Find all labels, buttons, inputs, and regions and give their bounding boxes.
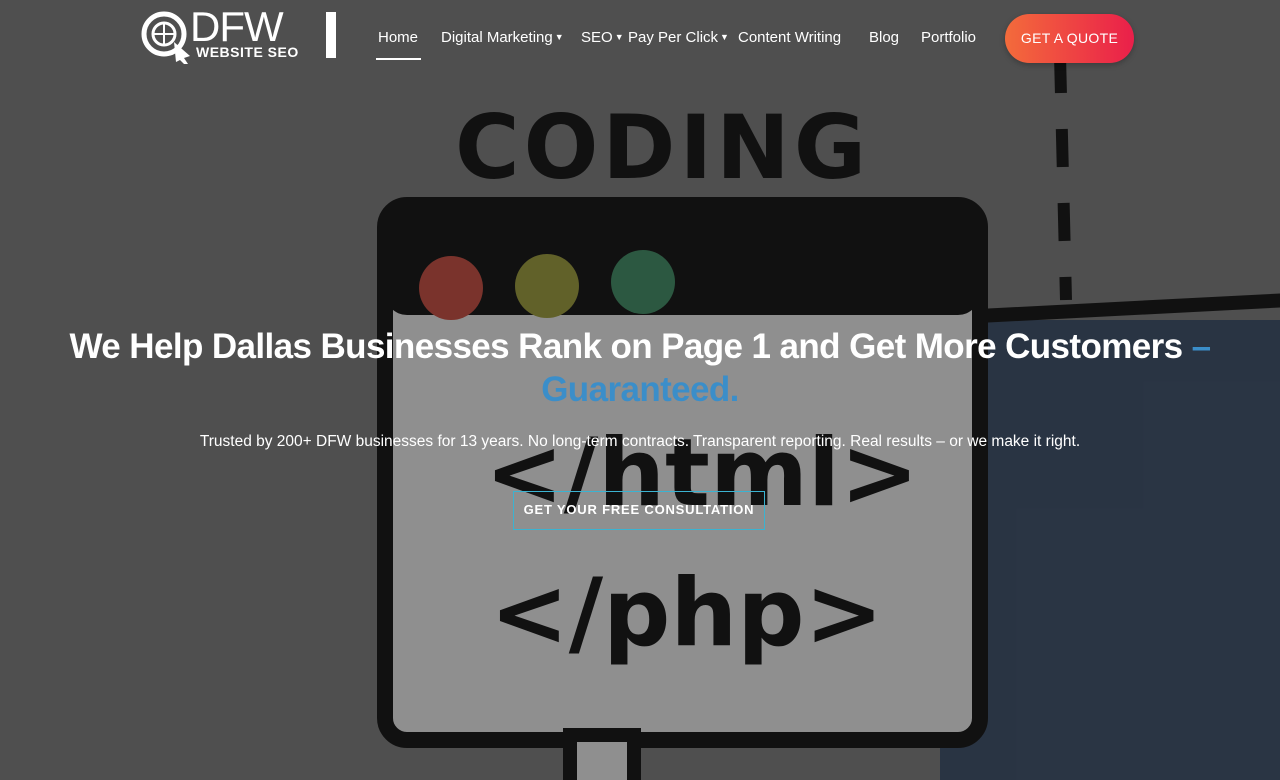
nav-item-label: SEO [581,29,613,46]
headline-dash: – [1191,327,1211,366]
logo-bar [326,12,336,58]
hero-subtext: Trusted by 200+ DFW businesses for 13 ye… [199,433,1081,450]
nav-item-label: Portfolio [921,29,977,46]
nav-item-label: Pay Per Click [628,29,719,46]
logo-subtitle: WEBSITE SEO [196,44,299,60]
nav-item-portfolio[interactable]: Portfolio [921,28,976,48]
chevron-down-icon: ▼ [614,32,624,42]
nav-item-home[interactable]: Home [378,28,418,48]
magnifier-logo-icon [141,11,190,64]
chevron-down-icon: ▼ [720,32,729,42]
nav-item-seo[interactable]: SEO ▼ [581,28,624,49]
free-consultation-button[interactable]: GET YOUR FREE CONSULTATION [513,491,765,530]
nav-active-underline [376,58,421,60]
nav-item-pay-per-click[interactable]: Pay Per Click ▼ [628,28,729,49]
main-navigation: DFW WEBSITE SEO Home Digital Marketing ▼ … [0,0,1280,78]
nav-item-label: Content Writing [738,29,842,46]
nav-item-blog[interactable]: Blog [869,28,899,48]
chevron-down-icon: ▼ [554,32,564,42]
get-a-quote-button[interactable]: GET A QUOTE [1005,14,1134,63]
headline-main: We Help Dallas Businesses Rank on Page 1… [69,327,1183,366]
nav-item-label: Blog [869,29,900,46]
nav-item-label: Home [378,29,419,46]
nav-item-digital-marketing[interactable]: Digital Marketing ▼ [441,28,564,49]
hero-headline: We Help Dallas Businesses Rank on Page 1… [40,325,1240,411]
nav-item-label: Digital Marketing [441,29,553,46]
headline-accent: Guaranteed. [541,370,739,409]
nav-item-content-writing[interactable]: Content Writing [738,28,841,48]
site-logo[interactable]: DFW WEBSITE SEO [138,4,338,64]
